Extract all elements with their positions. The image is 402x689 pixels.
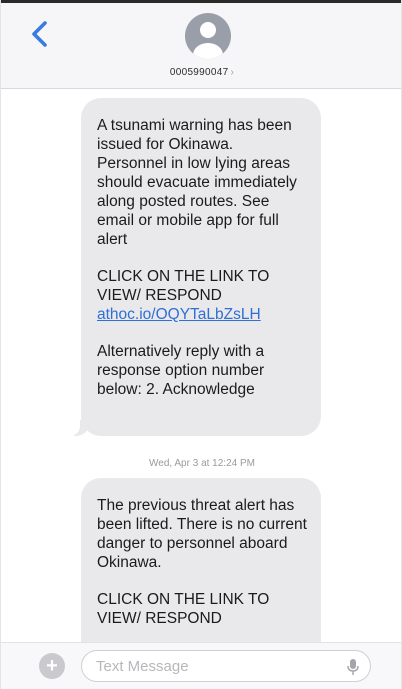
contact-name[interactable]: 0005990047 ›	[1, 67, 401, 78]
message-field[interactable]	[81, 650, 371, 682]
messages-screen: 0005990047 › A tsunami warning has been i…	[0, 0, 402, 689]
back-chevron-icon[interactable]	[27, 19, 53, 49]
bubble-tail	[66, 418, 90, 436]
microphone-icon[interactable]	[346, 658, 360, 676]
message-composer: +	[1, 642, 401, 689]
message-text: Alternatively reply with a response opti…	[97, 343, 265, 398]
instruction-text: CLICK ON THE LINK TO VIEW/ RESPOND	[97, 591, 270, 627]
person-silhouette-icon	[193, 22, 223, 59]
chevron-right-icon: ›	[230, 67, 235, 78]
conversation-header: 0005990047 ›	[1, 3, 401, 89]
avatar[interactable]	[185, 13, 231, 59]
message-timestamp: Wed, Apr 3 at 12:24 PM	[149, 458, 255, 469]
contact-number: 0005990047	[169, 67, 229, 78]
plus-icon: +	[46, 655, 58, 677]
instruction-text: CLICK ON THE LINK TO VIEW/ RESPOND	[97, 268, 270, 304]
message-instruction: CLICK ON THE LINK TO VIEW/ RESPOND athoc…	[97, 267, 307, 324]
message-bubble[interactable]: A tsunami warning has been issued for Ok…	[81, 98, 321, 436]
response-link[interactable]: athoc.io/OQYTaLbZsLH	[97, 305, 307, 324]
message-text: The previous threat alert has been lifte…	[97, 497, 307, 571]
text-message-input[interactable]	[96, 651, 336, 681]
message-text: A tsunami warning has been issued for Ok…	[97, 117, 297, 248]
add-attachment-button[interactable]: +	[39, 653, 65, 679]
